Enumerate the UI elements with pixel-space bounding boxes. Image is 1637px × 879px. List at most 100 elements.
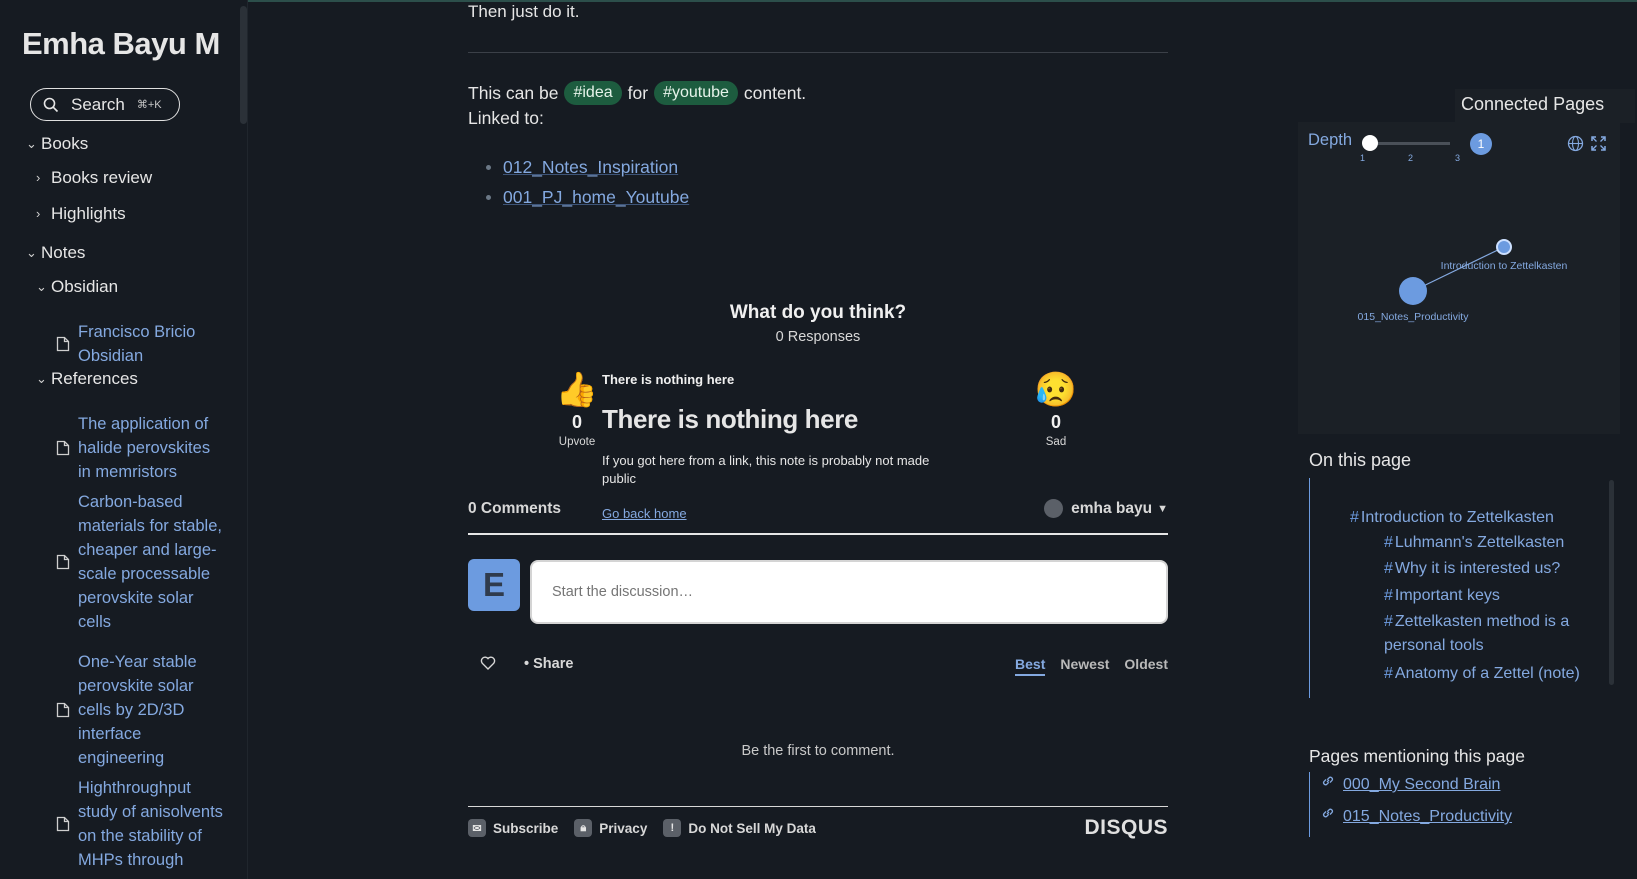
sad-face-icon: 😥: [1034, 371, 1078, 409]
hash-icon: #: [1384, 534, 1393, 551]
file-item[interactable]: Carbon-based materials for stable, cheap…: [56, 490, 226, 634]
share-button[interactable]: • Share: [524, 656, 573, 672]
graph-title: Connected Pages: [1455, 89, 1635, 123]
sort-newest[interactable]: Newest: [1060, 656, 1109, 676]
list-item: 001_PJ_home_Youtube: [486, 187, 689, 208]
graph-view[interactable]: Introduction to Zettelkasten 015_Notes_P…: [1298, 122, 1620, 434]
search-button[interactable]: Search ⌘+K: [30, 88, 180, 121]
toc-item-label: Luhmann's Zettelkasten: [1394, 534, 1565, 551]
site-title[interactable]: Emha Bayu M: [22, 26, 220, 62]
folder-label: Obsidian: [51, 277, 119, 296]
user-menu[interactable]: emha bayu ▼: [1044, 499, 1168, 518]
link-icon: [1322, 776, 1334, 786]
chevron-right-icon: ›: [36, 170, 41, 185]
toc-item[interactable]: # Luhmann's Zettelkasten: [1384, 531, 1564, 555]
file-item[interactable]: Highthroughput study of anisolvents on t…: [56, 776, 226, 872]
tag-youtube[interactable]: #youtube: [654, 81, 738, 105]
paragraph-text: content.: [743, 82, 807, 103]
link-preview-popover: There is nothing here There is nothing h…: [602, 360, 962, 525]
file-icon: [56, 554, 70, 570]
chevron-down-icon: ⌄: [36, 279, 47, 294]
graph-node-current[interactable]: [1496, 239, 1512, 255]
reaction-label: Upvote: [558, 436, 596, 448]
paragraph-text: for: [627, 82, 649, 103]
reaction-upvote[interactable]: 👍 0 Upvote: [550, 370, 604, 448]
search-shortcut: ⌘+K: [136, 99, 162, 111]
toc-item-label: Zettelkasten method is a personal tools: [1384, 613, 1570, 654]
toc-item[interactable]: # Important keys: [1384, 584, 1500, 608]
file-item[interactable]: Francisco Bricio Obsidian: [56, 320, 226, 368]
folder-books[interactable]: ⌄ Books: [26, 134, 88, 154]
chevron-down-icon: ⌄: [26, 136, 37, 151]
divider: [468, 533, 1168, 535]
file-item[interactable]: The application of halide perovskites in…: [56, 412, 226, 484]
globe-icon[interactable]: [1567, 135, 1584, 152]
depth-value-badge: 1: [1470, 133, 1492, 155]
disqus-footer: ✉ Subscribe 🔒︎ Privacy ! Do Not Sell My …: [468, 819, 832, 837]
privacy-label: Privacy: [599, 820, 648, 836]
backlink-item[interactable]: 000_My Second Brain: [1321, 776, 1500, 794]
sidebar: Emha Bayu M Search ⌘+K ⌄ Books › Books r…: [0, 0, 248, 879]
comments-count: 0 Comments: [468, 500, 562, 517]
disqus-title: What do you think?: [729, 302, 907, 323]
depth-slider[interactable]: [1370, 142, 1450, 145]
link-icon: [1322, 808, 1334, 818]
toc-item-label: Why it is interested us?: [1394, 560, 1561, 577]
comment-input[interactable]: [530, 560, 1168, 624]
avatar: [1044, 499, 1064, 518]
file-item[interactable]: One-Year stable perovskite solar cells b…: [56, 650, 226, 770]
reaction-count: 0: [1050, 412, 1061, 432]
disqus-logo[interactable]: DISQUS: [1084, 816, 1168, 840]
popover-heading-small: There is nothing here: [602, 372, 735, 387]
internal-link[interactable]: 001_PJ_home_Youtube: [503, 187, 689, 208]
folder-obsidian[interactable]: ⌄ Obsidian: [36, 277, 118, 297]
sort-oldest[interactable]: Oldest: [1124, 656, 1168, 676]
folder-highlights[interactable]: › Highlights: [36, 204, 126, 224]
paragraph-text: Then just do it.: [468, 2, 580, 21]
graph-node-label: 015_Notes_Productivity: [1358, 311, 1470, 323]
sidebar-scrollbar[interactable]: [240, 6, 247, 124]
horizontal-rule: [468, 52, 1168, 53]
toc-item[interactable]: # Why it is interested us?: [1384, 557, 1560, 581]
backlink-label: 000_My Second Brain: [1343, 776, 1501, 793]
depth-label: Depth: [1308, 131, 1353, 149]
lock-icon: 🔒︎: [574, 819, 593, 837]
toc-item[interactable]: # Anatomy of a Zettel (note): [1384, 662, 1580, 686]
backlink-label: 015_Notes_Productivity: [1343, 808, 1512, 825]
hash-icon: #: [1384, 665, 1393, 682]
subscribe-link[interactable]: ✉ Subscribe: [468, 819, 558, 837]
backlink-item[interactable]: 015_Notes_Productivity: [1321, 808, 1512, 826]
file-label: Carbon-based materials for stable, cheap…: [78, 493, 222, 631]
do-not-sell-link[interactable]: ! Do Not Sell My Data: [663, 819, 816, 837]
popover-heading: There is nothing here: [602, 404, 858, 434]
toc-item[interactable]: # Introduction to Zettelkasten: [1350, 506, 1554, 530]
hash-icon: #: [1384, 560, 1393, 577]
graph-node[interactable]: [1399, 277, 1427, 305]
popover-text: If you got here from a link, this note i…: [602, 453, 930, 486]
privacy-link[interactable]: 🔒︎ Privacy: [574, 819, 647, 837]
toc-scrollbar[interactable]: [1609, 480, 1614, 685]
file-label: One-Year stable perovskite solar cells b…: [78, 653, 197, 767]
thumbs-up-icon: 👍: [555, 371, 599, 409]
heart-icon[interactable]: [480, 655, 496, 671]
tag-idea[interactable]: #idea: [564, 81, 622, 105]
toc-item-label: Important keys: [1394, 587, 1500, 604]
file-icon: [56, 440, 70, 456]
toc-item[interactable]: # Zettelkasten method is a personal tools: [1384, 610, 1594, 658]
toc-border: [1309, 478, 1310, 698]
disqus-responses: 0 Responses: [775, 329, 861, 345]
expand-icon[interactable]: [1590, 135, 1607, 152]
folder-references[interactable]: ⌄ References: [36, 369, 138, 389]
folder-notes[interactable]: ⌄ Notes: [26, 243, 85, 263]
reaction-sad[interactable]: 😥 0 Sad: [1029, 370, 1083, 448]
graph-canvas[interactable]: Introduction to Zettelkasten 015_Notes_P…: [1298, 122, 1620, 434]
chevron-down-icon: ⌄: [36, 371, 47, 386]
folder-books-review[interactable]: › Books review: [36, 168, 152, 188]
go-back-home-link[interactable]: Go back home: [602, 506, 687, 521]
sort-best[interactable]: Best: [1015, 656, 1046, 676]
internal-link[interactable]: 012_Notes_Inspiration: [503, 157, 678, 178]
backlinks-border: [1309, 772, 1310, 837]
caret-down-icon: ▼: [1157, 502, 1168, 515]
depth-slider-handle[interactable]: [1362, 135, 1378, 151]
search-label: Search: [71, 94, 125, 114]
